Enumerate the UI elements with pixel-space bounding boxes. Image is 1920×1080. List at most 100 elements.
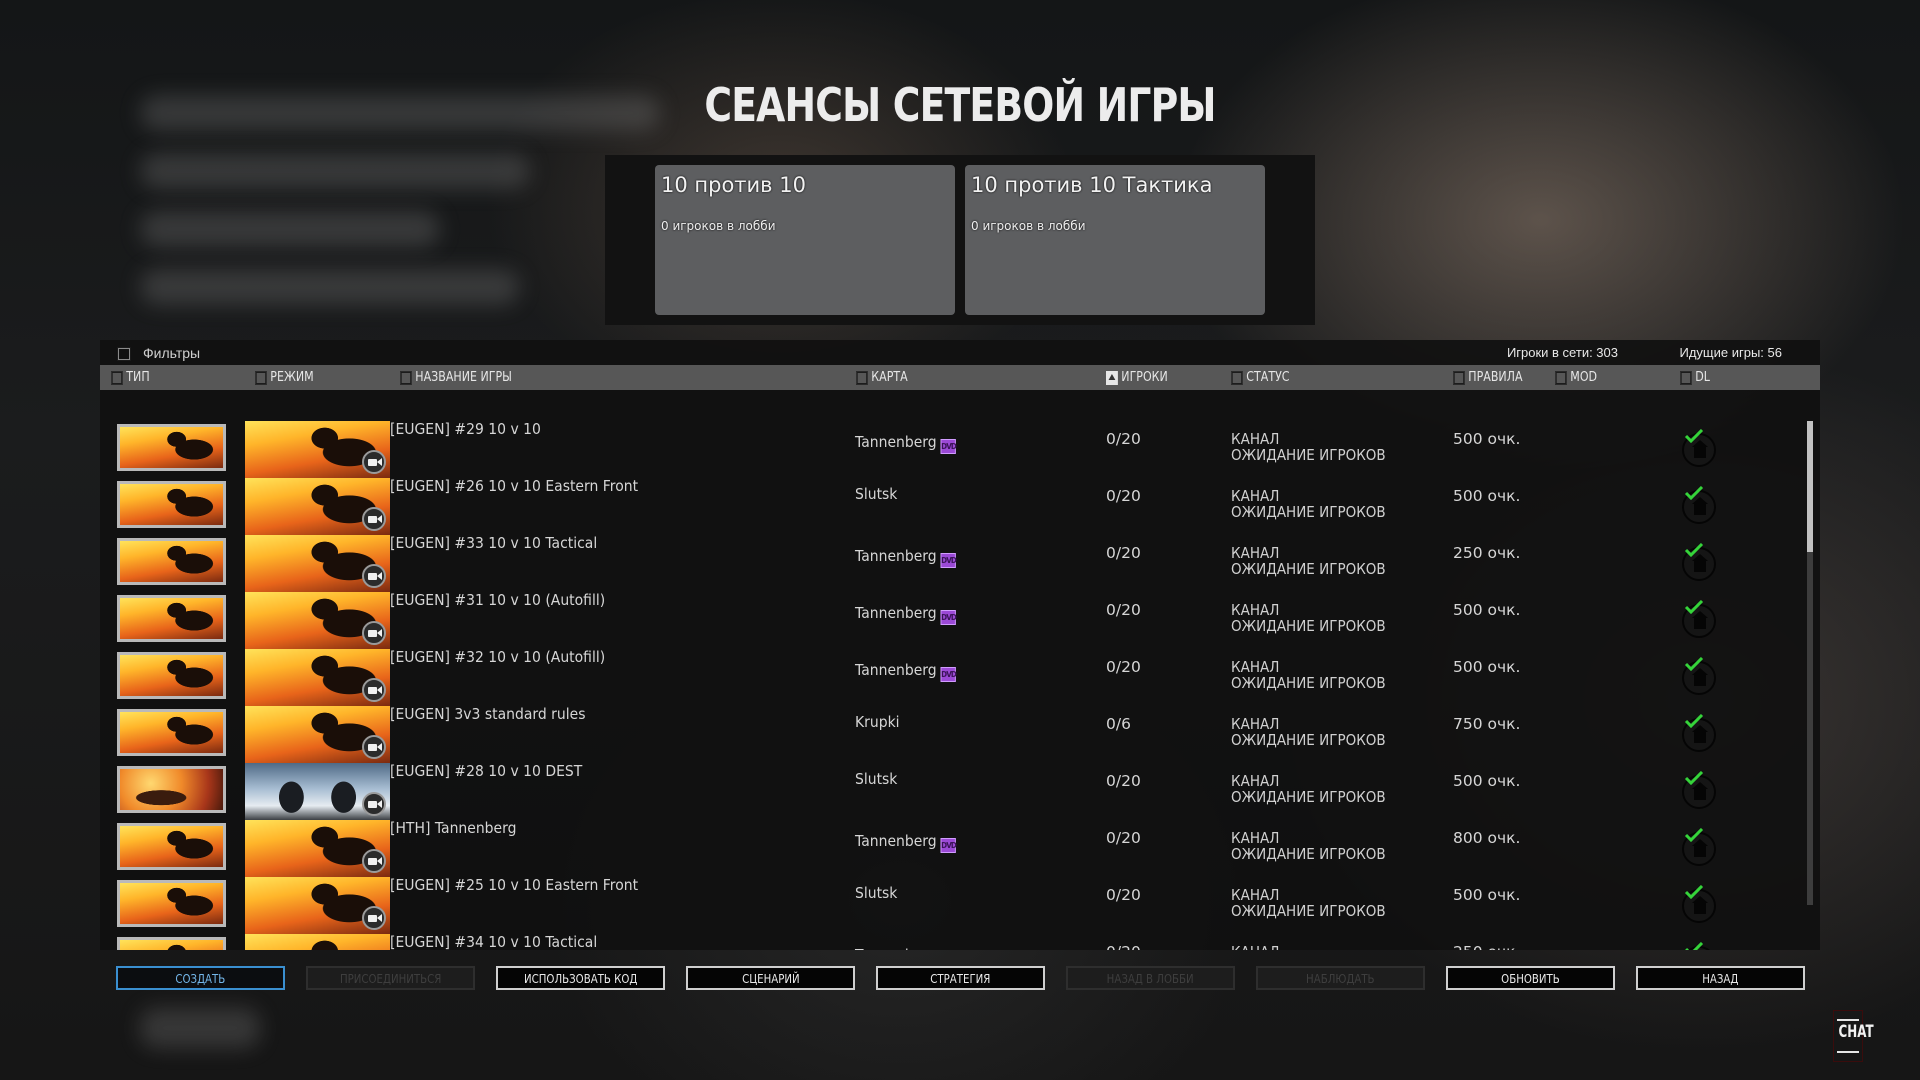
dvd-map-badge-icon: DVD: [940, 838, 957, 853]
house-icon: [1692, 668, 1708, 686]
game-players: 0/20: [1106, 943, 1141, 950]
online-players-count: Игроки в сети: 303: [1506, 345, 1618, 360]
column-header-type[interactable]: ТИП: [111, 370, 150, 385]
game-name: [EUGEN] #34 10 v 10 Tactical: [390, 933, 598, 950]
house-icon: [1692, 611, 1708, 629]
game-map: TannenbergDVD: [855, 832, 957, 853]
column-filter-checkbox[interactable]: [1231, 370, 1243, 385]
column-header-dl[interactable]: DL: [1680, 370, 1710, 385]
back-button[interactable]: НАЗАД: [1636, 966, 1805, 990]
filters-checkbox[interactable]: [117, 347, 131, 361]
game-type-thumbnail: [117, 709, 226, 756]
game-players: 0/6: [1106, 715, 1131, 733]
game-players: 0/20: [1106, 658, 1141, 676]
column-filter-checkbox[interactable]: [255, 370, 267, 385]
column-filter-checkbox[interactable]: [400, 370, 412, 385]
game-map: TannenbergDVD: [855, 661, 957, 682]
game-players: 0/20: [1106, 544, 1141, 562]
game-row[interactable]: [EUGEN] 3v3 standard rules Krupki 0/6 КАНАЛ…: [100, 705, 1800, 763]
dlc-ok-icon: [1682, 429, 1716, 467]
game-rules: 500 очк.: [1453, 487, 1521, 505]
game-map: TannenbergDVD: [855, 946, 956, 950]
chat-bar-bottom: [1837, 1051, 1859, 1053]
refresh-button[interactable]: ОБНОВИТЬ: [1446, 966, 1615, 990]
use-code-button[interactable]: ИСПОЛЬЗОВАТЬ КОД: [496, 966, 665, 990]
game-row[interactable]: [EUGEN] #28 10 v 10 DEST Slutsk 0/20 КАНАЛ О…: [100, 762, 1800, 820]
column-filter-checkbox[interactable]: [1555, 370, 1567, 385]
page-title: СЕАНСЫ СЕТЕВОЙ ИГРЫ: [704, 78, 1216, 132]
chat-bar-top: [1837, 1019, 1859, 1021]
table-scrollbar[interactable]: [1807, 421, 1813, 905]
column-header-rules[interactable]: ПРАВИЛА: [1453, 370, 1523, 385]
matchmaking-queues: 10 против 10 0 игроков в лобби 10 против…: [605, 155, 1315, 325]
camera-icon: [362, 678, 386, 702]
filters-label[interactable]: Фильтры: [143, 345, 200, 361]
column-header-mode[interactable]: РЕЖИМ: [255, 370, 314, 385]
game-status: КАНАЛОЖИДАНИЕ ИГРОКОВ: [1231, 772, 1386, 806]
dvd-map-badge-icon: DVD: [940, 610, 957, 625]
game-name: [EUGEN] #33 10 v 10 Tactical: [390, 534, 598, 552]
checkmark-icon: [1684, 714, 1704, 728]
column-header-status[interactable]: СТАТУС: [1231, 370, 1290, 385]
game-rules: 500 очк.: [1453, 658, 1521, 676]
game-rules: 250 очк.: [1453, 544, 1521, 562]
join-button: ПРИСОЕДИНИТЬСЯ: [306, 966, 475, 990]
dlc-ok-icon: [1682, 486, 1716, 524]
game-mode-thumbnail: [245, 592, 390, 649]
house-icon: [1692, 554, 1708, 572]
house-icon: [1692, 839, 1708, 857]
column-header-players[interactable]: ИГРОКИ: [1106, 370, 1168, 385]
column-header-mod[interactable]: MOD: [1555, 370, 1597, 385]
column-filter-checkbox[interactable]: [856, 370, 868, 385]
house-icon: [1692, 440, 1708, 458]
queue-lobby-count: 0 игроков в лобби: [971, 219, 1086, 233]
game-rules: 500 очк.: [1453, 886, 1521, 904]
column-filter-checkbox[interactable]: [1680, 370, 1692, 385]
game-row[interactable]: [EUGEN] #34 10 v 10 Tactical TannenbergDV…: [100, 933, 1800, 950]
blurred-menu-item: [140, 211, 440, 247]
game-row[interactable]: [HTH] Tannenberg Tannenberg DVD 0/20 КАНАЛ ОЖ…: [100, 819, 1800, 877]
game-mode-thumbnail: [245, 763, 390, 820]
game-row[interactable]: [EUGEN] #31 10 v 10 (Autofill) Tannenberg…: [100, 591, 1800, 649]
game-row[interactable]: [EUGEN] #26 10 v 10 Eastern Front Slutsk 0…: [100, 477, 1800, 535]
camera-icon: [362, 507, 386, 531]
dlc-ok-icon: [1682, 714, 1716, 752]
game-row[interactable]: [EUGEN] #33 10 v 10 Tactical Tannenberg DV…: [100, 534, 1800, 592]
game-players: 0/20: [1106, 430, 1141, 448]
game-map: Slutsk: [855, 485, 898, 503]
game-type-thumbnail: [117, 538, 226, 585]
queue-lobby-count: 0 игроков в лобби: [661, 219, 776, 233]
game-map: Slutsk: [855, 770, 898, 788]
game-type-thumbnail: [117, 823, 226, 870]
blurred-menu-item: [140, 269, 520, 305]
game-row[interactable]: [EUGEN] #32 10 v 10 (Autofill) Tannenberg…: [100, 648, 1800, 706]
column-header-map[interactable]: КАРТА: [856, 370, 908, 385]
game-row[interactable]: [EUGEN] #25 10 v 10 Eastern Front Slutsk 0…: [100, 876, 1800, 934]
game-type-thumbnail: [117, 424, 226, 471]
checkmark-icon: [1684, 885, 1704, 899]
scrollbar-thumb[interactable]: [1807, 421, 1813, 552]
blurred-menu-item: [140, 153, 530, 189]
column-filter-checkbox[interactable]: [111, 370, 123, 385]
game-row[interactable]: [EUGEN] #29 10 v 10 Tannenberg DVD 0/20 КАНА…: [100, 420, 1800, 478]
strategy-button[interactable]: СТРАТЕГИЯ: [876, 966, 1045, 990]
column-filter-checkbox[interactable]: [1453, 370, 1465, 385]
game-sessions-table: Фильтры Игроки в сети: 303 Идущие игры: …: [100, 340, 1820, 950]
game-rules: 800 очк.: [1453, 829, 1521, 847]
camera-icon: [362, 792, 386, 816]
camera-icon: [362, 564, 386, 588]
checkmark-icon: [1684, 429, 1704, 443]
column-header-name[interactable]: НАЗВАНИЕ ИГРЫ: [400, 370, 512, 385]
column-header-row: ТИП РЕЖИМ НАЗВАНИЕ ИГРЫ КАРТА ИГРОКИ СТА…: [100, 365, 1820, 390]
queue-card-10v10-tactical[interactable]: 10 против 10 Тактика 0 игроков в лобби: [965, 165, 1265, 315]
game-map: TannenbergDVD: [855, 604, 957, 625]
checkmark-icon: [1684, 600, 1704, 614]
scenario-button[interactable]: СЦЕНАРИЙ: [686, 966, 855, 990]
back-to-lobby-button: НАЗАД В ЛОББИ: [1066, 966, 1235, 990]
game-status: КАНАЛОЖИДАНИЕ ИГРОКОВ: [1231, 886, 1386, 920]
queue-card-10v10[interactable]: 10 против 10 0 игроков в лобби: [655, 165, 955, 315]
sort-ascending-icon[interactable]: [1106, 370, 1118, 385]
game-name: [EUGEN] #26 10 v 10 Eastern Front: [390, 477, 639, 495]
chat-button[interactable]: CHAT: [1833, 1010, 1874, 1062]
create-button[interactable]: СОЗДАТЬ: [116, 966, 285, 990]
